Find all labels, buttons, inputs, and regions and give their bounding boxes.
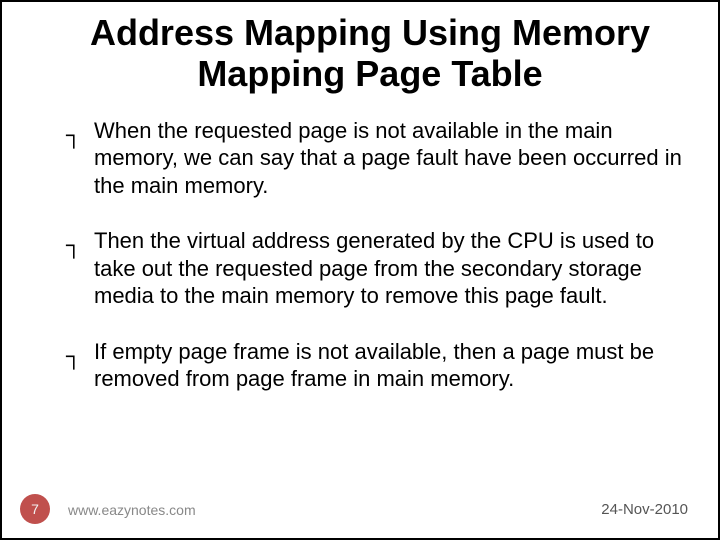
bullet-icon: ┐: [66, 121, 82, 149]
slide-title: Address Mapping Using Memory Mapping Pag…: [52, 12, 688, 95]
list-item: ┐ Then the virtual address generated by …: [72, 227, 688, 310]
slide: Address Mapping Using Memory Mapping Pag…: [2, 2, 718, 538]
bullet-text: If empty page frame is not available, th…: [94, 339, 654, 392]
date-label: 24-Nov-2010: [601, 501, 688, 518]
bullet-text: When the requested page is not available…: [94, 118, 682, 198]
list-item: ┐ If empty page frame is not available, …: [72, 338, 688, 393]
list-item: ┐ When the requested page is not availab…: [72, 117, 688, 200]
website-label: www.eazynotes.com: [68, 502, 196, 518]
bullet-list: ┐ When the requested page is not availab…: [52, 117, 688, 393]
page-number: 7: [20, 494, 50, 524]
bullet-icon: ┐: [66, 231, 82, 259]
bullet-icon: ┐: [66, 342, 82, 370]
footer: 7 www.eazynotes.com 24-Nov-2010: [2, 490, 718, 530]
bullet-text: Then the virtual address generated by th…: [94, 228, 654, 308]
